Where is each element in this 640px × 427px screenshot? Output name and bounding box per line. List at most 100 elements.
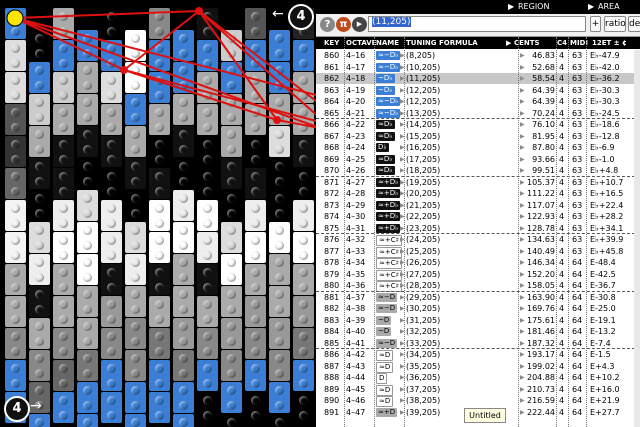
play-row-icon[interactable]: ▶ [520,271,525,278]
table-row[interactable]: 874 4–30 ≈+D♭ (22,205) 122.93 4 63 E♭+28.2 ▶ ▶ [316,211,640,222]
region-arrow-icon[interactable]: ▶ [508,2,514,11]
play-row-icon[interactable]: ▶ [520,202,525,209]
pi-icon[interactable]: π [336,17,351,32]
table-row[interactable]: 871 4–27 ≈+D♭ (19,205) 105.37 4 63 E♭+10.7 ▶ ▶ [316,177,640,188]
table-row[interactable]: 866 4–22 ≈D♭ (14,205) 76.10 4 63 E♭-18.6 ▶ ▶ [316,119,640,130]
cell-octave: 4–38 [346,304,366,313]
table-row[interactable]: 876 4–32 ≈+C♯ (24,205) 134.63 4 63 E♭+39.9 ▶ ▶ [316,234,640,246]
play-row-icon[interactable]: ▶ [520,156,525,163]
play-row-icon[interactable]: ▶ [520,133,525,140]
play-row-icon[interactable]: ▶ [520,374,525,381]
cell-name: D [376,373,388,384]
play-row-icon[interactable]: ▶ [520,340,525,347]
table-row[interactable]: 863 4–19 ~D♭ (12,205) 64.39 4 63 E♭-30.3 ▶ ▶ [316,85,640,96]
col-tet-header[interactable]: 12ET ± ¢ [592,39,627,47]
table-row[interactable]: 878 4–34 ≈+C♯ (26,205) 146.34 4 64 E-48.4 ▶ ▶ [316,257,640,269]
area-arrow-icon[interactable]: ▶ [588,2,594,11]
cell-key: 890 [324,396,340,405]
area-label[interactable]: AREA [598,2,620,11]
scrollbar[interactable] [634,50,640,427]
add-button[interactable]: + [590,16,601,32]
region-label[interactable]: REGION [518,2,549,11]
play-row-icon[interactable]: ▶ [520,248,525,255]
col-formula-header[interactable]: TUNING FORMULA [406,39,478,47]
table-row[interactable]: 879 4–35 ≈+C♯ (27,205) 152.20 4 64 E-42.5 ▶ ▶ [316,269,640,281]
play-icon[interactable]: ▶ [352,17,367,32]
table-row[interactable]: 873 4–29 ≈+D♭ (21,205) 117.07 4 63 E♭+22.4 ▶ ▶ [316,200,640,211]
table-row[interactable]: 865 4–21 ≈~D♭ (13,205) 70.24 4 63 E♭-24.5 ▶ ▶ [316,108,640,119]
play-row-icon[interactable]: ▶ [520,144,525,151]
play-row-icon[interactable]: ▶ [520,213,525,220]
col-name-header[interactable]: NAME [376,39,399,47]
play-row-icon[interactable]: ▶ [520,75,525,82]
nav-top-circle[interactable]: 4 [288,4,314,30]
play-row-icon[interactable]: ▶ [520,386,525,393]
table-row[interactable]: 872 4–28 ≈+D♭ (20,205) 111.22 4 63 E♭+16.5 ▶ ▶ [316,188,640,199]
play-row-icon[interactable]: ▶ [520,52,525,59]
table-row[interactable]: 886 4–42 ≈D (34,205) 193.17 4 64 E-1.5 ▶ ▶ [316,349,640,361]
play-row-icon[interactable]: ▶ [520,317,525,324]
table-row[interactable]: 875 4–31 ≈+D♭ (23,205) 128.78 4 63 E♭+34.1 ▶ ▶ [316,223,640,234]
table-row[interactable]: 887 4–43 ≈D (35,205) 199.02 4 64 E+4.3 ▶ ▶ [316,361,640,373]
play-row-icon[interactable]: ▶ [520,351,525,358]
play-row-icon[interactable]: ▶ [520,179,525,186]
table-row[interactable]: 888 4–44 D (36,205) 204.88 4 64 E+10.2 ▶ ▶ [316,372,640,384]
formula-input[interactable]: (11,205) [368,16,586,32]
play-row-icon[interactable]: ▶ [520,397,525,404]
cell-midi: 64 [572,338,583,348]
table-row[interactable]: 882 4–38 ≈−D (30,205) 169.76 4 64 E-25.0 ▶ ▶ [316,303,640,314]
table-row[interactable]: 868 4–24 D♭ (16,205) 87.80 4 63 E♭-6.9 ▶ ▶ [316,142,640,153]
cell-cents: 152.20 [527,269,555,279]
play-row-icon[interactable]: ▶ [520,87,525,94]
table-row[interactable]: 889 4–45 ≈D (37,205) 210.73 4 64 E+16.0 ▶ ▶ [316,384,640,396]
play-row-icon[interactable]: ▶ [520,259,525,266]
table-row[interactable]: 880 4–36 ≈+C♯ (28,205) 158.05 4 64 E-36.7 ▶ ▶ [316,280,640,292]
table-row[interactable]: 860 4–16 ≈−D♭ (8,205) 46.83 4 63 E♭-47.9 ▶ ▶ [316,50,640,61]
col-key-header[interactable]: KEY [324,39,339,47]
play-row-icon[interactable]: ▶ [520,98,525,105]
cell-cents: 64.39 [532,97,555,106]
table-row[interactable]: 883 4–39 ~D (31,205) 175.61 4 64 E-19.1 ▶ ▶ [316,315,640,326]
table-row[interactable]: 867 4–23 ≈D♭ (15,205) 81.95 4 63 E♭-12.8 ▶ ▶ [316,131,640,142]
table-row[interactable]: 885 4–41 ≈~D (33,205) 187.32 4 64 E-7.4 ▶ ▶ [316,338,640,349]
table-row[interactable]: 890 4–46 ≈D (38,205) 216.59 4 64 E+21.9 ▶ ▶ [316,395,640,407]
play-row-icon[interactable]: ▶ [520,409,525,416]
play-row-icon[interactable]: ▶ [520,110,525,117]
table-row[interactable]: 862 4–18 ~D♭ (11,205) 58.54 4 63 E♭-36.2 ▶ ▶ [316,73,640,84]
table-row[interactable]: 870 4–26 ≈D♭ (18,205) 99.51 4 63 E♭+4.8 ▶ ▶ [316,165,640,176]
column-divider [344,37,345,427]
table-row[interactable]: 864 4–20 ≈~D♭ (12,205) 64.39 4 63 E♭-30.3 ▶ ▶ [316,96,640,107]
play-row-icon[interactable]: ▶ [520,294,525,301]
table-row[interactable]: 877 4–33 ≈+C♯ (25,205) 140.49 4 63 E♭+45.8 ▶ ▶ [316,246,640,258]
cell-key: 864 [324,97,340,106]
table-row[interactable]: 861 4–17 ≈−D♭ (10,205) 52.68 4 63 E♭-42.0 ▶ ▶ [316,62,640,73]
table-row[interactable]: 884 4–40 ~D (32,205) 181.46 4 64 E-13.2 ▶ ▶ [316,326,640,337]
ratio-button[interactable]: ratio [604,16,626,32]
play-row-icon[interactable]: ▶ [520,363,525,370]
cell-octave: 4–39 [346,315,366,325]
table-row[interactable]: 881 4–37 ≈−D (29,205) 163.90 4 64 E-30.8 ▶ ▶ [316,292,640,303]
help-icon[interactable]: ? [320,17,335,32]
play-row-icon[interactable]: ▶ [520,282,525,289]
play-row-icon[interactable]: ▶ [520,64,525,71]
cell-key: 867 [324,131,340,141]
selected-key-marker[interactable] [6,9,24,27]
cell-cents: 81.95 [532,131,555,141]
cell-midi: 63 [572,177,583,187]
cell-name: ~D [376,315,392,325]
play-row-icon[interactable]: ▶ [520,236,525,243]
play-row-icon[interactable]: ▶ [520,121,525,128]
play-row-icon[interactable]: ▶ [520,190,525,197]
cell-c4: 4 [559,51,565,60]
play-row-icon[interactable]: ▶ [520,328,525,335]
play-row-icon[interactable]: ▶ [520,305,525,312]
play-row-icon[interactable]: ▶ [520,225,525,232]
col-c4-header[interactable]: C4 [557,39,567,47]
decimal-button[interactable]: decimal [628,16,640,32]
cell-name: ≈D [376,361,394,373]
table-row[interactable]: 869 4–25 ≈D♭ (17,205) 93.66 4 63 E♭-1.0 ▶ ▶ [316,154,640,165]
col-octave-header[interactable]: OCTAVE [346,39,376,47]
nav-bottom-circle[interactable]: 4 [4,396,30,422]
cell-cents: 146.34 [527,258,555,267]
play-row-icon[interactable]: ▶ [520,167,525,174]
